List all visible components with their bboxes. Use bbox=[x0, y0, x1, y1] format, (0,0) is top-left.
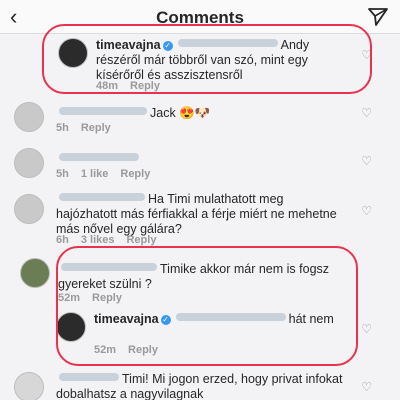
redacted-username bbox=[59, 107, 147, 115]
reply-button[interactable]: Reply bbox=[120, 168, 150, 180]
avatar[interactable] bbox=[14, 148, 44, 178]
like-heart-icon[interactable]: ♡ bbox=[361, 154, 372, 168]
reply-button[interactable]: Reply bbox=[81, 122, 111, 134]
highlight-annotation bbox=[42, 24, 372, 94]
highlight-annotation bbox=[56, 246, 358, 366]
comment-time: 5h bbox=[56, 168, 69, 180]
avatar[interactable] bbox=[20, 258, 50, 288]
reply-button[interactable]: Reply bbox=[126, 234, 156, 246]
redacted-username bbox=[59, 193, 145, 201]
comment-time: 6h bbox=[56, 234, 69, 246]
redacted-username bbox=[59, 153, 139, 161]
comment-time: 5h bbox=[56, 122, 69, 134]
like-heart-icon[interactable]: ♡ bbox=[361, 322, 372, 336]
redacted-username bbox=[59, 373, 119, 381]
avatar[interactable] bbox=[14, 372, 44, 400]
like-count[interactable]: 1 like bbox=[81, 168, 109, 180]
avatar[interactable] bbox=[14, 194, 44, 224]
avatar[interactable] bbox=[14, 102, 44, 132]
send-icon[interactable] bbox=[368, 8, 388, 26]
like-heart-icon[interactable]: ♡ bbox=[361, 106, 372, 120]
like-heart-icon[interactable]: ♡ bbox=[361, 204, 372, 218]
comment-text: Jack 😍🐶 bbox=[150, 106, 211, 120]
like-count[interactable]: 3 likes bbox=[81, 234, 115, 246]
like-heart-icon[interactable]: ♡ bbox=[361, 380, 372, 394]
